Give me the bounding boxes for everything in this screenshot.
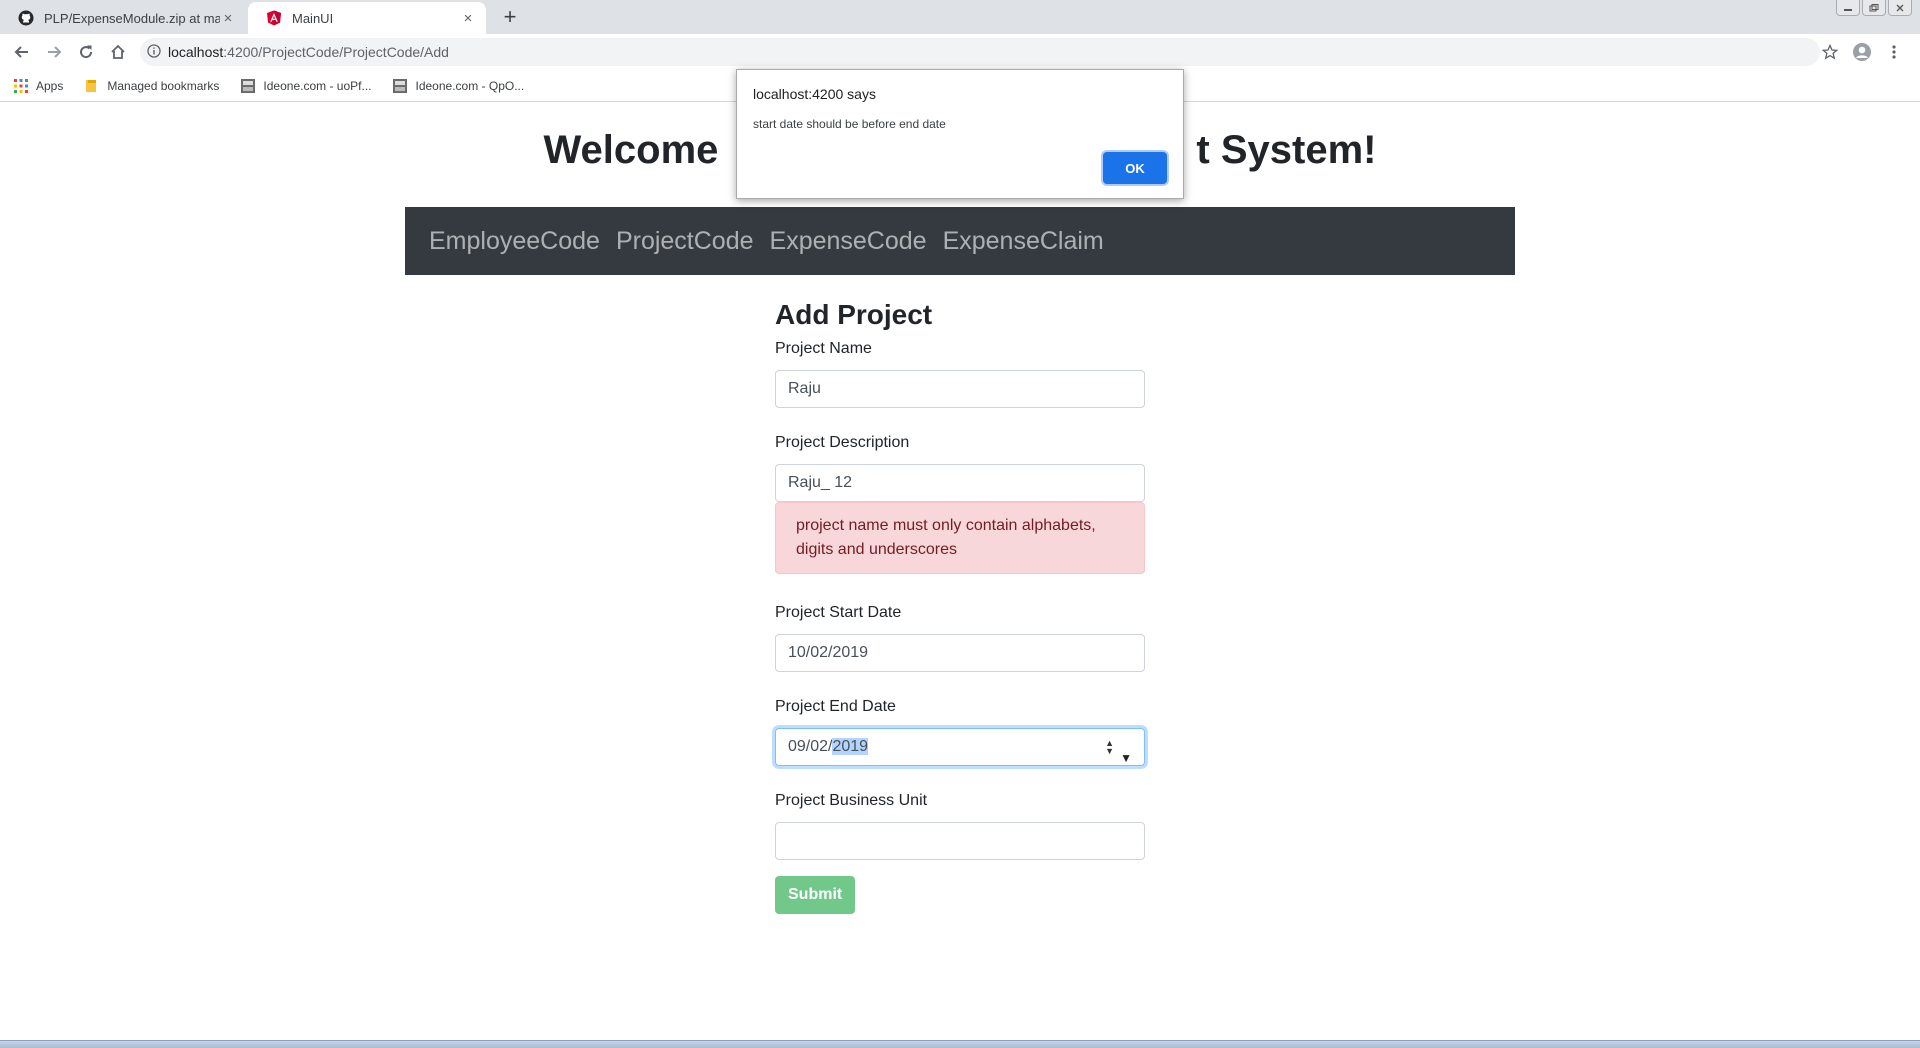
end-date-text: 09/02/ [788, 738, 833, 755]
project-description-input[interactable]: Raju_ 12 [775, 464, 1145, 502]
spinner-icon[interactable]: ▲ ▼ [1105, 739, 1114, 756]
start-date-group: Project Start Date 10/02/2019 [775, 602, 1145, 672]
close-window-button[interactable] [1888, 0, 1912, 16]
end-date-year-selected: 2019 [832, 738, 869, 755]
minimize-button[interactable] [1836, 0, 1860, 16]
form-title: Add Project [775, 299, 933, 330]
bookmark-label: Ideone.com - uoPf... [263, 78, 372, 93]
bookmark-managed[interactable]: Managed bookmarks [85, 79, 219, 93]
folder-icon [85, 79, 99, 93]
tab-mainui[interactable]: MainUI × [248, 2, 486, 34]
title-left: Welcome [543, 128, 719, 172]
ideone-icon [393, 78, 408, 93]
business-unit-label: Project Business Unit [775, 792, 928, 809]
dialog-message: start date should be before end date [753, 117, 946, 131]
start-date-input[interactable]: 10/02/2019 [775, 634, 1145, 672]
ideone-icon [241, 78, 256, 93]
nav-expensecode[interactable]: ExpenseCode [770, 227, 927, 256]
alert-dialog: localhost:4200 says start date should be… [736, 69, 1184, 199]
description-error-alert: project name must only contain alphabets… [775, 502, 1145, 574]
nav-projectcode[interactable]: ProjectCode [616, 227, 754, 256]
add-project-form: Add Project Project Name Raju Project De… [775, 292, 1145, 914]
forward-arrow-icon[interactable] [38, 36, 70, 68]
end-date-group: Project End Date 09/02/2019 ▲ ▼ ▼ [775, 696, 1145, 766]
project-name-label: Project Name [775, 340, 872, 357]
address-bar[interactable]: localhost:4200/ProjectCode/ProjectCode/A… [140, 38, 1820, 66]
dialog-title: localhost:4200 says [753, 86, 876, 102]
bookmark-label: Ideone.com - QpO... [415, 78, 525, 93]
project-name-input[interactable]: Raju [775, 370, 1145, 408]
nav-expenseclaim[interactable]: ExpenseClaim [943, 227, 1104, 256]
bookmark-ideone-2[interactable]: Ideone.com - QpO... [393, 78, 525, 93]
business-unit-input[interactable] [775, 822, 1145, 860]
close-icon[interactable]: × [220, 10, 236, 27]
home-icon[interactable] [102, 36, 134, 68]
start-date-label: Project Start Date [775, 604, 902, 621]
new-tab-button[interactable]: + [498, 5, 522, 29]
restore-button[interactable] [1862, 0, 1886, 16]
dropdown-arrow-icon[interactable]: ▼ [1120, 740, 1132, 776]
reload-icon[interactable] [70, 36, 102, 68]
end-date-input[interactable]: 09/02/2019 ▲ ▼ ▼ [775, 728, 1145, 766]
main-navbar: EmployeeCode ProjectCode ExpenseCode Exp… [405, 207, 1515, 275]
info-icon[interactable] [140, 43, 168, 61]
angular-icon [266, 10, 282, 26]
url-path: :4200/ProjectCode/ProjectCode/Add [223, 44, 449, 60]
project-description-label: Project Description [775, 434, 910, 451]
bookmark-apps[interactable]: Apps [14, 78, 64, 93]
title-right: t System! [1196, 128, 1377, 172]
submit-button[interactable]: Submit [775, 876, 856, 914]
bookmark-ideone-1[interactable]: Ideone.com - uoPf... [241, 78, 372, 93]
apps-grid-icon [14, 78, 28, 93]
project-name-group: Project Name Raju [775, 338, 1145, 408]
browser-toolbar: localhost:4200/ProjectCode/ProjectCode/A… [0, 34, 1920, 70]
url-host: localhost [168, 44, 224, 60]
nav-employeecode[interactable]: EmployeeCode [429, 227, 600, 256]
os-taskbar [0, 1040, 1920, 1048]
toolbar-right [1814, 36, 1910, 68]
tab-title: MainUI [292, 10, 334, 26]
window-controls [1834, 0, 1912, 16]
menu-kebab-icon[interactable] [1878, 36, 1910, 68]
back-arrow-icon[interactable] [6, 36, 38, 68]
tab-title: PLP/ExpenseModule.zip at maste [44, 10, 220, 26]
tab-strip: PLP/ExpenseModule.zip at maste × MainUI … [0, 0, 1920, 34]
tab-github[interactable]: PLP/ExpenseModule.zip at maste × [0, 2, 246, 34]
bookmark-label: Apps [36, 78, 64, 93]
page-viewport: Welcome t System! EmployeeCode ProjectCod… [0, 102, 1920, 1040]
github-icon [18, 10, 34, 26]
close-icon[interactable]: × [460, 10, 476, 27]
project-description-group: Project Description Raju_ 12 project nam… [775, 432, 1145, 574]
bookmark-label: Managed bookmarks [107, 78, 220, 93]
profile-avatar-icon[interactable] [1846, 36, 1878, 68]
business-unit-group: Project Business Unit [775, 790, 1145, 860]
end-date-label: Project End Date [775, 698, 896, 715]
star-icon[interactable] [1814, 36, 1846, 68]
dialog-ok-button[interactable]: OK [1103, 152, 1167, 184]
